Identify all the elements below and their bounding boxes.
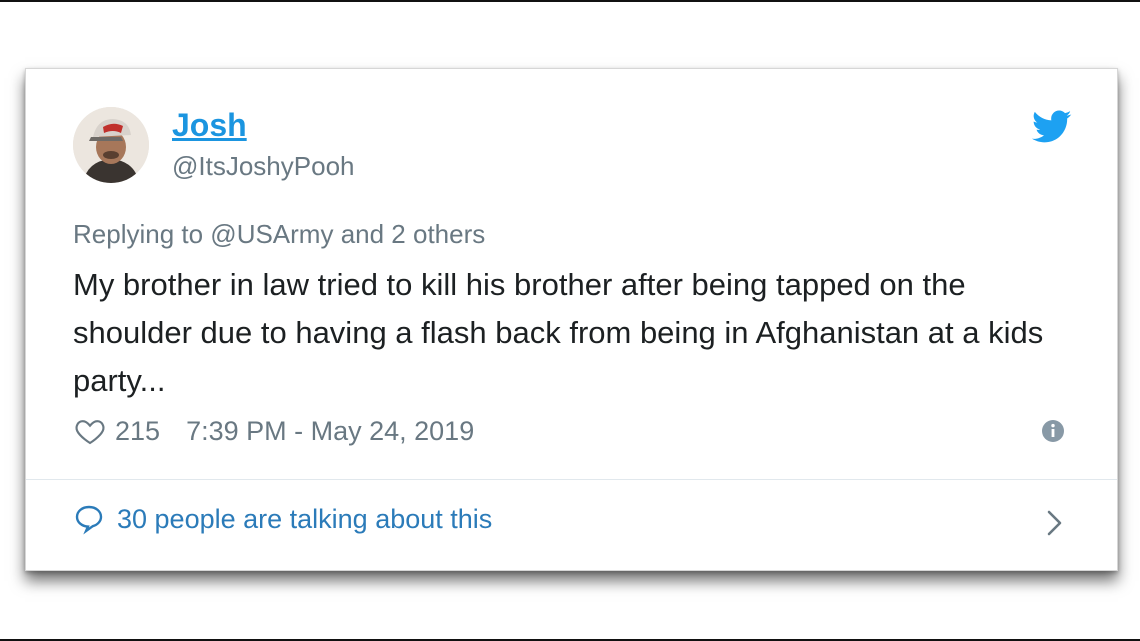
divider — [26, 479, 1117, 480]
avatar[interactable] — [73, 107, 149, 183]
likes-count[interactable]: 215 — [115, 416, 160, 447]
conversation-link-label[interactable]: 30 people are talking about this — [117, 504, 492, 535]
twitter-bird-icon[interactable] — [1032, 109, 1072, 145]
author-handle[interactable]: @ItsJoshyPooh — [172, 151, 354, 182]
tweet-meta: 215 7:39 PM - May 24, 2019 — [73, 415, 474, 447]
reply-context[interactable]: Replying to @USArmy and 2 others — [73, 219, 485, 250]
top-frame-border — [0, 0, 1140, 2]
speech-bubble-icon — [75, 505, 103, 535]
heart-icon[interactable] — [73, 415, 107, 447]
author-name[interactable]: Josh — [172, 107, 247, 144]
info-icon[interactable] — [1041, 419, 1065, 443]
tweet-card: Josh @ItsJoshyPooh Replying to @USArmy a… — [25, 68, 1118, 571]
timestamp[interactable]: 7:39 PM - May 24, 2019 — [186, 416, 474, 447]
chevron-right-icon[interactable] — [1045, 507, 1065, 539]
tweet-text: My brother in law tried to kill his brot… — [73, 267, 1044, 398]
conversation-link[interactable]: 30 people are talking about this — [73, 503, 492, 535]
